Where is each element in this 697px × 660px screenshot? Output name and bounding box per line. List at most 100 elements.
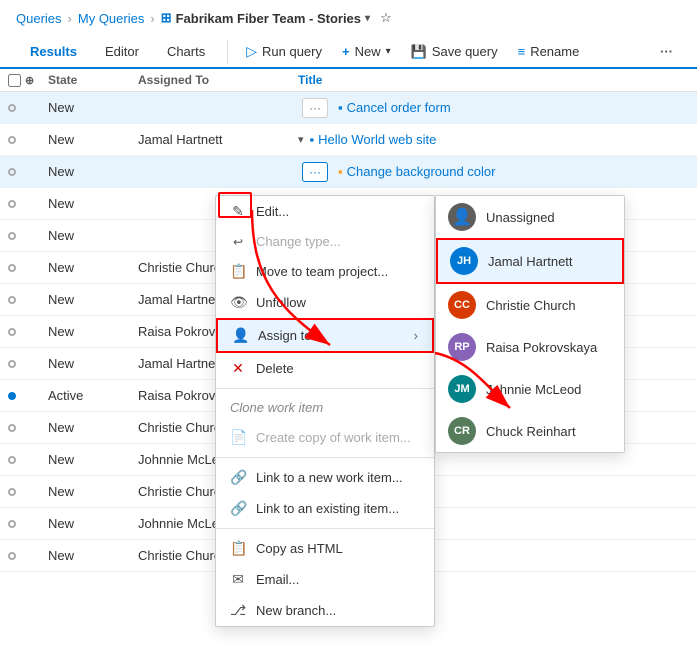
rename-label: Rename (530, 44, 579, 59)
menu-delete-label: Delete (256, 361, 294, 376)
menu-unfollow[interactable]: 👁 Unfollow (216, 287, 434, 318)
submenu-chevron-icon: › (414, 328, 418, 343)
menu-change-type-label: Change type... (256, 234, 341, 249)
breadcrumb-queries[interactable]: Queries (16, 11, 62, 26)
menu-clone-label: Clone work item (216, 393, 434, 422)
save-query-button[interactable]: 💾 Save query (401, 38, 508, 66)
dot-new (8, 328, 16, 336)
menu-move-project[interactable]: 📋 Move to team project... (216, 256, 434, 287)
save-icon: 💾 (411, 44, 427, 60)
dot-new (8, 200, 16, 208)
row-state: New (48, 164, 138, 179)
more-options-button[interactable]: ··· (652, 38, 681, 65)
run-icon: ▷ (246, 43, 257, 60)
breadcrumb-current: Fabrikam Fiber Team - Stories (176, 11, 361, 26)
dot-new (8, 424, 16, 432)
branch-icon: ⎇ (230, 602, 246, 619)
expand-icon: ⊕ (25, 74, 34, 87)
grid-icon: ⊞ (161, 10, 172, 26)
menu-new-branch[interactable]: ⎇ New branch... (216, 595, 434, 626)
menu-delete[interactable]: ✕ Delete (216, 353, 434, 384)
menu-copy-html[interactable]: 📋 Copy as HTML (216, 533, 434, 564)
save-query-label: Save query (432, 44, 498, 59)
move-icon: 📋 (230, 263, 246, 280)
run-query-label: Run query (262, 44, 322, 59)
link-new-icon: 🔗 (230, 469, 246, 486)
menu-assign-label: Assign to (258, 328, 311, 343)
dot-new (8, 104, 16, 112)
breadcrumb: Queries › My Queries › ⊞ Fabrikam Fiber … (0, 0, 697, 36)
clone-section-label: Clone work item (230, 400, 323, 415)
avatar: 👤 (448, 203, 476, 231)
assign-unassigned[interactable]: 👤 Unassigned (436, 196, 624, 238)
table-header: ⊕ State Assigned To Title (0, 69, 697, 92)
assign-johnnie[interactable]: JM Johnnie McLeod (436, 368, 624, 410)
assign-chuck[interactable]: CR Chuck Reinhart (436, 410, 624, 452)
menu-edit-label: Edit... (256, 204, 289, 219)
tab-editor[interactable]: Editor (91, 36, 153, 69)
avatar: JM (448, 375, 476, 403)
assign-jamal[interactable]: JH Jamal Hartnett (436, 238, 624, 284)
breadcrumb-myqueries[interactable]: My Queries (78, 11, 144, 26)
table-row: New ··· ▪ Change background color (0, 156, 697, 188)
chevron-down-icon[interactable]: ▾ (365, 13, 370, 24)
more-dots-button[interactable]: ··· (302, 162, 328, 182)
expand-row-icon[interactable]: ▾ (298, 133, 304, 146)
col-assigned-header: Assigned To (138, 73, 298, 87)
plus-icon: + (342, 44, 350, 59)
dot-new (8, 168, 16, 176)
dot-new (8, 136, 16, 144)
dot-new (8, 232, 16, 240)
menu-separator-3 (216, 528, 434, 529)
col-check: ⊕ (8, 74, 48, 87)
new-label: New (355, 44, 381, 59)
menu-link-new-label: Link to a new work item... (256, 470, 403, 485)
work-item-title[interactable]: ▪ Cancel order form (338, 100, 451, 115)
new-button[interactable]: + New ▾ (332, 38, 401, 65)
more-dots-button[interactable]: ··· (302, 98, 328, 118)
tab-results[interactable]: Results (16, 36, 91, 69)
task-icon: ▪ (338, 164, 343, 179)
menu-separator (216, 388, 434, 389)
favorite-star-icon[interactable]: ☆ (380, 10, 392, 26)
assign-christie[interactable]: CC Christie Church (436, 284, 624, 326)
table-row: New Jamal Hartnett ▾ ▪ Hello World web s… (0, 124, 697, 156)
menu-edit[interactable]: ✎ Edit... (216, 196, 434, 227)
dot-new (8, 488, 16, 496)
row-assigned: Jamal Hartnett (138, 132, 298, 147)
menu-link-new[interactable]: 🔗 Link to a new work item... (216, 462, 434, 493)
menu-new-branch-label: New branch... (256, 603, 336, 618)
chevron-down-icon: ▾ (386, 46, 391, 57)
menu-link-existing[interactable]: 🔗 Link to an existing item... (216, 493, 434, 524)
menu-email[interactable]: ✉ Email... (216, 564, 434, 595)
link-existing-icon: 🔗 (230, 500, 246, 517)
change-type-icon: ↩ (230, 235, 246, 249)
dot-new (8, 456, 16, 464)
menu-copy-html-label: Copy as HTML (256, 541, 343, 556)
select-all-checkbox[interactable] (8, 74, 21, 87)
col-state-header: State (48, 73, 138, 87)
work-item-title[interactable]: ▪ Hello World web site (310, 132, 437, 147)
toolbar-divider (227, 40, 228, 64)
table-row: New ··· ▪ Cancel order form (0, 92, 697, 124)
avatar: JH (450, 247, 478, 275)
menu-email-label: Email... (256, 572, 299, 587)
story-icon: ▪ (310, 132, 315, 147)
assign-unassigned-label: Unassigned (486, 210, 555, 225)
work-item-title[interactable]: ▪ Change background color (338, 164, 496, 179)
rename-button[interactable]: ≡ Rename (508, 38, 590, 65)
menu-change-type: ↩ Change type... (216, 227, 434, 256)
assign-raisa[interactable]: RP Raisa Pokrovskaya (436, 326, 624, 368)
copy-html-icon: 📋 (230, 540, 246, 557)
dot-new (8, 360, 16, 368)
col-title-header[interactable]: Title (298, 73, 689, 87)
dot-active (8, 392, 16, 400)
menu-assign-to[interactable]: 👤 Assign to › (216, 318, 434, 353)
email-icon: ✉ (230, 571, 246, 588)
rename-icon: ≡ (518, 44, 526, 59)
dot-new (8, 552, 16, 560)
run-query-button[interactable]: ▷ Run query (236, 37, 332, 66)
assign-christie-label: Christie Church (486, 298, 576, 313)
assign-jamal-label: Jamal Hartnett (488, 254, 573, 269)
tab-charts[interactable]: Charts (153, 36, 219, 69)
